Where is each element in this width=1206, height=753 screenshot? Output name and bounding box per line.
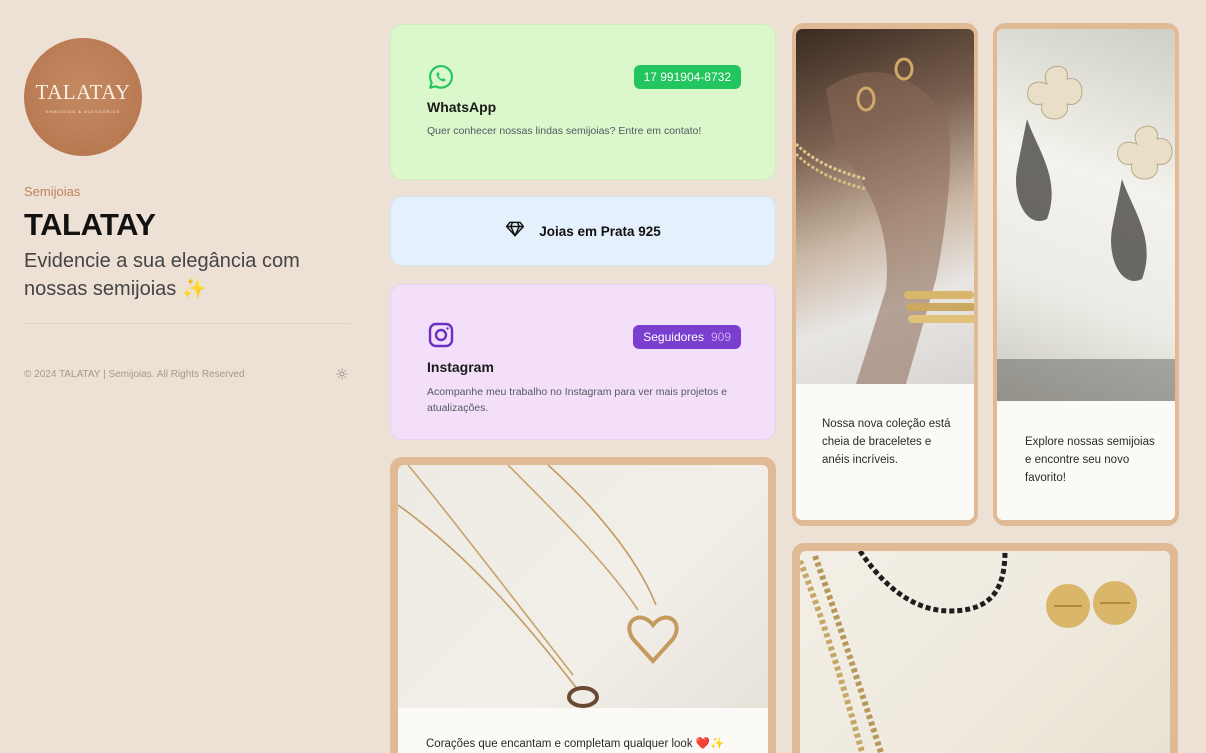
copyright-text: © 2024 TALATAY | Semijoias. All Rights R… (24, 368, 245, 380)
post-caption: Corações que encantam e completam qualqu… (426, 738, 725, 750)
post-body: Nossa nova coleção está cheia de bracele… (796, 29, 974, 520)
logo-text: TALATAY (35, 80, 131, 104)
divider (24, 323, 350, 324)
instagram-description: Acompanhe meu trabalho no Instagram para… (427, 386, 727, 414)
profile-category: Semijoias (24, 184, 81, 199)
post-caption: Explore nossas semijoias e encontre seu … (1025, 436, 1155, 484)
followers-count: 909 (710, 330, 731, 344)
post-card-chains[interactable] (792, 543, 1178, 753)
whatsapp-title: WhatsApp (427, 99, 497, 115)
post-caption: Nossa nova coleção está cheia de bracele… (822, 418, 951, 466)
earrings-photo (997, 29, 1175, 401)
prata-card[interactable]: Joias em Prata 925 (390, 196, 776, 266)
profile-tagline: Evidencie a sua elegância com nossas sem… (24, 250, 300, 300)
post-card-earrings[interactable]: Explore nossas semijoias e encontre seu … (993, 23, 1179, 526)
profile-footer: © 2024 TALATAY | Semijoias. All Rights R… (24, 366, 350, 382)
logo-subtext: Semijoias & Acessórios (45, 109, 121, 114)
instagram-card[interactable]: Seguidores 909 Instagram Acompanhe meu t… (390, 284, 776, 440)
profile-panel: TALATAY Semijoias & Acessórios Semijoias… (24, 38, 350, 382)
post-card-necklace[interactable]: Corações que encantam e completam qualqu… (390, 457, 776, 753)
necklace-photo (398, 465, 768, 708)
instagram-title: Instagram (427, 359, 494, 375)
prata-label: Joias em Prata 925 (539, 223, 661, 239)
whatsapp-phone-badge[interactable]: 17 991904-8732 (633, 65, 741, 89)
post-body: Corações que encantam e completam qualqu… (398, 465, 768, 753)
rings-photo (796, 29, 974, 384)
profile-name: TALATAY (24, 207, 156, 242)
post-card-rings[interactable]: Nossa nova coleção está cheia de bracele… (792, 23, 978, 526)
whatsapp-icon (427, 63, 455, 91)
followers-label: Seguidores (643, 330, 704, 344)
sun-icon[interactable] (334, 366, 350, 382)
avatar: TALATAY Semijoias & Acessórios (24, 38, 142, 156)
whatsapp-card[interactable]: 17 991904-8732 WhatsApp Quer conhecer no… (390, 24, 776, 180)
post-body (800, 551, 1170, 753)
instagram-followers-badge[interactable]: Seguidores 909 (633, 325, 741, 349)
chains-photo (800, 551, 1170, 753)
whatsapp-description: Quer conhecer nossas lindas semijoias? E… (427, 125, 702, 137)
post-body: Explore nossas semijoias e encontre seu … (997, 29, 1175, 520)
instagram-icon (427, 321, 455, 349)
diamond-icon (505, 220, 525, 243)
